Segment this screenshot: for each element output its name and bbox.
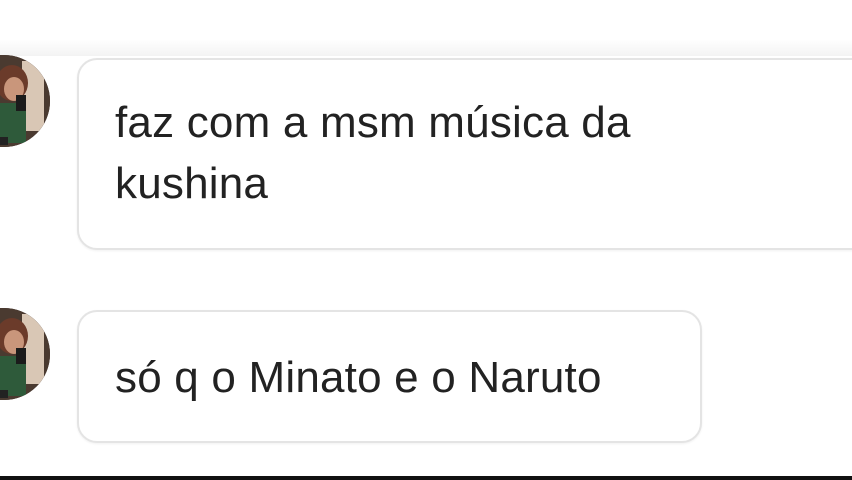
comment-text: só q o Minato e o Naruto xyxy=(115,353,602,402)
commenter-avatar[interactable] xyxy=(0,308,50,400)
comment-thread: faz com a msm música da kushina só q o M… xyxy=(0,0,852,480)
user-avatar-icon xyxy=(0,55,50,147)
commenter-avatar[interactable] xyxy=(0,55,50,147)
comment-bubble[interactable]: faz com a msm música da kushina xyxy=(77,58,852,250)
comment-bubble[interactable]: só q o Minato e o Naruto xyxy=(77,310,702,443)
comment-text: faz com a msm música da kushina xyxy=(115,98,631,208)
user-avatar-icon xyxy=(0,308,50,400)
bottom-edge-bar xyxy=(0,476,852,480)
previous-content-fade xyxy=(0,0,852,56)
